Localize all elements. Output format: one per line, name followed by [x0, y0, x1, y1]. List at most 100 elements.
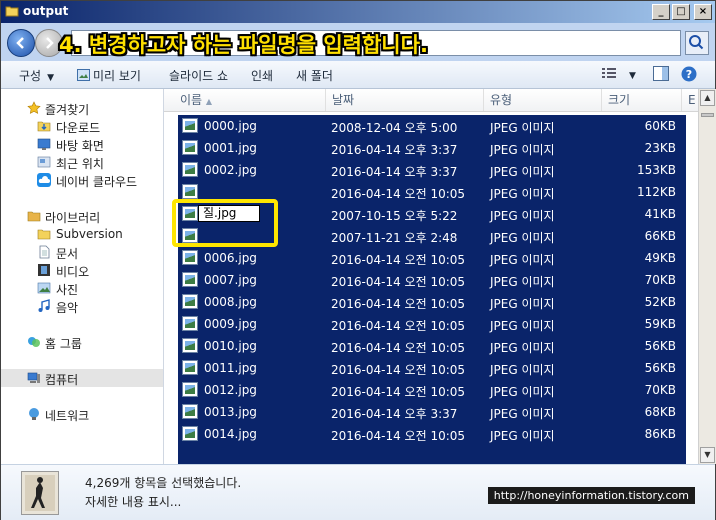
- file-size: 86KB: [644, 427, 676, 441]
- file-row[interactable]: 0013.jpg 2016-04-14 오후 3:37 JPEG 이미지 68KB: [178, 401, 686, 423]
- sidebar-item-computer[interactable]: 컴퓨터: [1, 369, 163, 387]
- file-date: 2016-04-14 오전 10:05: [331, 187, 466, 201]
- file-date: 2016-04-14 오후 3:37: [331, 143, 458, 157]
- file-name: 0009.jpg: [204, 317, 257, 331]
- scroll-up-button[interactable]: ▲: [700, 90, 715, 106]
- file-size: 56KB: [644, 361, 676, 375]
- file-date: 2016-04-14 오후 3:37: [331, 407, 458, 421]
- selection-count: 4,269개 항목을 선택했습니다.: [85, 476, 242, 490]
- recent-places-icon: [37, 156, 51, 168]
- command-bar: 구성 ▼ 미리 보기 슬라이드 쇼 인쇄 새 폴더 ▼ ?: [1, 61, 715, 89]
- sidebar-label: 음악: [56, 301, 79, 315]
- column-header-size[interactable]: 크기: [602, 89, 682, 111]
- close-button[interactable]: ×: [694, 4, 712, 20]
- maximize-button[interactable]: □: [672, 4, 690, 20]
- jpeg-file-icon: [182, 426, 198, 441]
- file-row[interactable]: 0011.jpg 2016-04-14 오전 10:05 JPEG 이미지 56KB: [178, 357, 686, 379]
- music-icon: [38, 299, 50, 312]
- jpeg-file-icon: [182, 316, 198, 331]
- sidebar-item-music[interactable]: 음악: [1, 297, 163, 315]
- file-size: 70KB: [644, 383, 676, 397]
- sidebar-label: 즐겨찾기: [45, 103, 90, 117]
- print-button[interactable]: 인쇄: [251, 67, 273, 84]
- file-row[interactable]: 0009.jpg 2016-04-14 오전 10:05 JPEG 이미지 59KB: [178, 313, 686, 335]
- new-folder-button[interactable]: 새 폴더: [296, 67, 333, 84]
- column-header-extra[interactable]: E: [682, 89, 698, 111]
- file-name: 0001.jpg: [204, 141, 257, 155]
- preview-button[interactable]: 미리 보기: [77, 67, 141, 84]
- sidebar-item-network[interactable]: 네트워크: [1, 405, 163, 423]
- sidebar-item-favorites[interactable]: 즐겨찾기: [1, 99, 163, 117]
- image-preview-icon: [77, 69, 90, 81]
- file-row[interactable]: 0014.jpg 2016-04-14 오전 10:05 JPEG 이미지 86KB: [178, 423, 686, 445]
- view-list-icon: [602, 68, 616, 78]
- pictures-icon: [37, 282, 51, 294]
- details-pane: 4,269개 항목을 선택했습니다. 자세한 내용 표시... http://h…: [1, 464, 715, 520]
- computer-icon: [27, 372, 40, 383]
- sidebar-item-downloads[interactable]: 다운로드: [1, 117, 163, 135]
- file-date: 2016-04-14 오전 10:05: [331, 297, 466, 311]
- downloads-folder-icon: [37, 121, 51, 132]
- file-row[interactable]: 0001.jpg 2016-04-14 오후 3:37 JPEG 이미지 23KB: [178, 137, 686, 159]
- jpeg-file-icon: [182, 162, 198, 177]
- file-date: 2016-04-14 오전 10:05: [331, 363, 466, 377]
- file-row[interactable]: 0008.jpg 2016-04-14 오전 10:05 JPEG 이미지 52KB: [178, 291, 686, 313]
- file-size: 70KB: [644, 273, 676, 287]
- column-header-type[interactable]: 유형: [484, 89, 602, 111]
- sidebar-item-libraries[interactable]: 라이브러리: [1, 207, 163, 225]
- back-button[interactable]: [7, 29, 35, 57]
- file-date: 2016-04-14 오전 10:05: [331, 253, 466, 267]
- file-size: 153KB: [636, 163, 676, 177]
- file-row[interactable]: 0000.jpg 2008-12-04 오후 5:00 JPEG 이미지 60KB: [178, 115, 686, 137]
- sidebar-item-recent[interactable]: 최근 위치: [1, 153, 163, 171]
- file-type: JPEG 이미지: [490, 231, 555, 245]
- sidebar-item-pictures[interactable]: 사진: [1, 279, 163, 297]
- view-options-button[interactable]: [601, 66, 617, 83]
- file-size: 56KB: [644, 339, 676, 353]
- file-name: 0006.jpg: [204, 251, 257, 265]
- scrollbar-thumb[interactable]: [701, 113, 714, 117]
- minimize-button[interactable]: _: [652, 4, 670, 20]
- sidebar-item-homegroup[interactable]: 홈 그룹: [1, 333, 163, 351]
- sidebar-item-desktop[interactable]: 바탕 화면: [1, 135, 163, 153]
- vertical-scrollbar[interactable]: ▲ ▼: [698, 89, 716, 464]
- sidebar-item-documents[interactable]: 문서: [1, 243, 163, 261]
- sidebar-item-naver-cloud[interactable]: 네이버 클라우드: [1, 171, 163, 189]
- file-size: 68KB: [644, 405, 676, 419]
- jpeg-file-icon: [182, 140, 198, 155]
- search-icon: [689, 35, 704, 50]
- file-row[interactable]: 0012.jpg 2016-04-14 오전 10:05 JPEG 이미지 70KB: [178, 379, 686, 401]
- preview-pane-button[interactable]: [653, 66, 669, 84]
- column-header-name[interactable]: 이름 ▲: [174, 89, 326, 111]
- view-dropdown[interactable]: ▼: [629, 67, 636, 81]
- organize-menu[interactable]: 구성 ▼: [19, 67, 54, 84]
- file-date: 2008-12-04 오후 5:00: [331, 121, 458, 135]
- jpeg-file-icon: [182, 184, 198, 199]
- file-row[interactable]: 0007.jpg 2016-04-14 오전 10:05 JPEG 이미지 70KB: [178, 269, 686, 291]
- sidebar-item-videos[interactable]: 비디오: [1, 261, 163, 279]
- file-row[interactable]: 0006.jpg 2016-04-14 오전 10:05 JPEG 이미지 49KB: [178, 247, 686, 269]
- slideshow-button[interactable]: 슬라이드 쇼: [169, 67, 228, 84]
- file-row[interactable]: 질.jpg 2007-10-15 오후 5:22 JPEG 이미지 41KB: [172, 199, 686, 247]
- file-row[interactable]: 0010.jpg 2016-04-14 오전 10:05 JPEG 이미지 56KB: [178, 335, 686, 357]
- sidebar-label: 네이버 클라우드: [56, 175, 138, 189]
- file-row[interactable]: 2007-11-21 오후 2:48 JPEG 이미지 66KB: [178, 225, 686, 247]
- scroll-down-button[interactable]: ▼: [700, 447, 715, 463]
- file-row[interactable]: 0002.jpg 2016-04-14 오후 3:37 JPEG 이미지 153KB: [178, 159, 686, 181]
- title-bar[interactable]: output _ □ ×: [1, 1, 715, 23]
- search-button[interactable]: [685, 31, 709, 55]
- sidebar-label: 라이브러리: [45, 211, 101, 225]
- file-list-pane: 이름 ▲ 날짜 유형 크기 E 0000.jpg 2008-12-04 오후 5:…: [164, 89, 698, 464]
- file-name: 0010.jpg: [204, 339, 257, 353]
- pane-icon: [653, 66, 669, 81]
- show-more-details-link[interactable]: 자세한 내용 표시...: [85, 493, 181, 510]
- column-header-date[interactable]: 날짜: [326, 89, 484, 111]
- help-icon: ?: [681, 66, 697, 82]
- file-date: 2007-10-15 오후 5:22: [331, 209, 458, 223]
- file-type: JPEG 이미지: [490, 363, 555, 377]
- folder-icon: [5, 6, 19, 17]
- sidebar-item-subversion[interactable]: Subversion: [1, 225, 163, 243]
- file-type: JPEG 이미지: [490, 143, 555, 157]
- file-name: 0013.jpg: [204, 405, 257, 419]
- help-button[interactable]: ?: [681, 66, 697, 85]
